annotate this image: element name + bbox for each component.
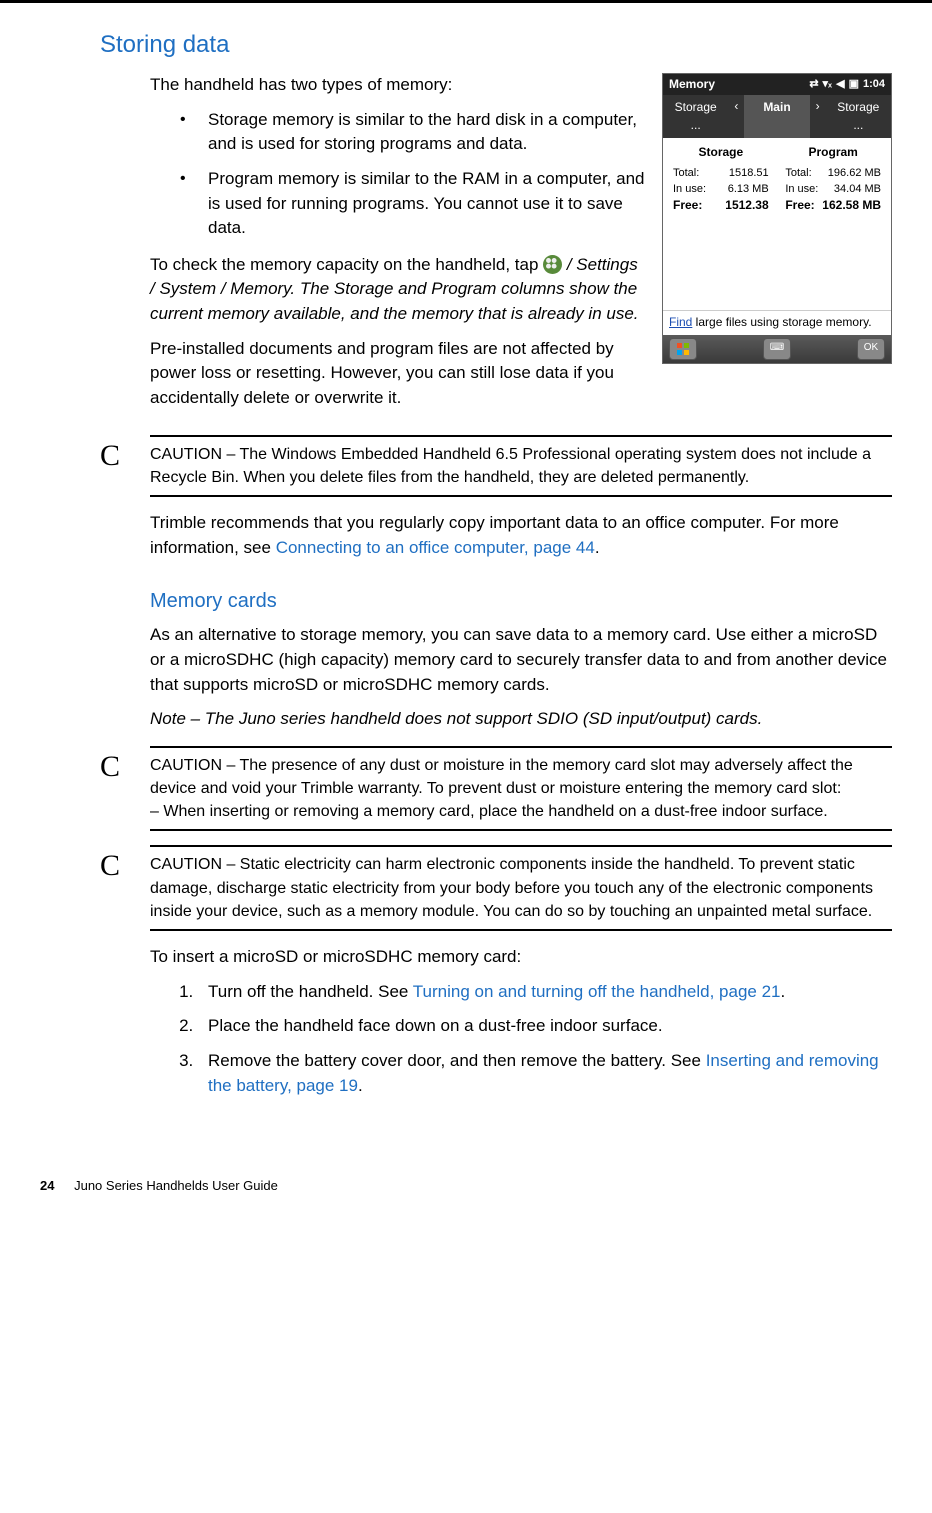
step-3: Remove the battery cover door, and then … — [198, 1049, 892, 1098]
find-link-rest: large files using storage memory. — [692, 315, 871, 329]
recommend-para: Trimble recommends that you regularly co… — [150, 511, 892, 560]
clock-text: 1:04 — [863, 77, 885, 93]
sdio-note: Note – The Juno series handheld does not… — [150, 707, 892, 732]
recommend-post: . — [595, 538, 600, 557]
windows-flag-icon — [676, 342, 690, 356]
insert-intro: To insert a microSD or microSDHC memory … — [150, 945, 892, 970]
battery-icon: ▣ — [849, 77, 859, 93]
page-number: 24 — [40, 1178, 54, 1193]
caution-text-2: CAUTION – The presence of any dust or mo… — [150, 746, 892, 832]
caution-icon-2: C — [100, 746, 150, 782]
keyboard-icon: ⌨ — [770, 341, 784, 356]
section-heading: Storing data — [100, 31, 892, 59]
step3-post: . — [358, 1076, 363, 1095]
start-button[interactable] — [669, 338, 697, 360]
step-2: Place the handheld face down on a dust-f… — [198, 1014, 892, 1039]
signal-icon: ▾ₓ — [823, 77, 833, 93]
check-memory-pre: To check the memory capacity on the hand… — [150, 255, 543, 274]
wm-status-icons: ⇄ ▾ₓ ◀ ▣ 1:04 — [809, 77, 885, 93]
step1-pre: Turn off the handheld. See — [208, 982, 413, 1001]
bullet-storage-memory: Storage memory is similar to the hard di… — [180, 108, 892, 157]
connectivity-icon: ⇄ — [809, 77, 818, 93]
wm-title: Memory — [669, 76, 715, 93]
page-footer: 24 Juno Series Handhelds User Guide — [40, 1178, 892, 1193]
ok-button[interactable]: OK — [857, 338, 885, 360]
link-connecting-office[interactable]: Connecting to an office computer, page 4… — [276, 538, 595, 557]
caution-icon-3: C — [100, 845, 150, 881]
keyboard-button[interactable]: ⌨ — [763, 338, 791, 360]
step3-pre: Remove the battery cover door, and then … — [208, 1051, 706, 1070]
guide-title: Juno Series Handhelds User Guide — [74, 1178, 278, 1193]
link-turning-on-off[interactable]: Turning on and turning off the handheld,… — [413, 982, 781, 1001]
start-orb-icon — [543, 255, 562, 274]
memcards-intro: As an alternative to storage memory, you… — [150, 623, 892, 697]
caution-text-3: CAUTION – Static electricity can harm el… — [150, 845, 892, 931]
find-link[interactable]: Find — [669, 315, 692, 329]
step1-post: . — [780, 982, 785, 1001]
volume-icon: ◀ — [836, 77, 844, 93]
caution-text-1: CAUTION – The Windows Embedded Handheld … — [150, 435, 892, 497]
memory-cards-heading: Memory cards — [150, 590, 892, 613]
step-1: Turn off the handheld. See Turning on an… — [198, 980, 892, 1005]
bullet-program-memory: Program memory is similar to the RAM in … — [180, 167, 892, 241]
caution-icon-1: C — [100, 435, 150, 471]
